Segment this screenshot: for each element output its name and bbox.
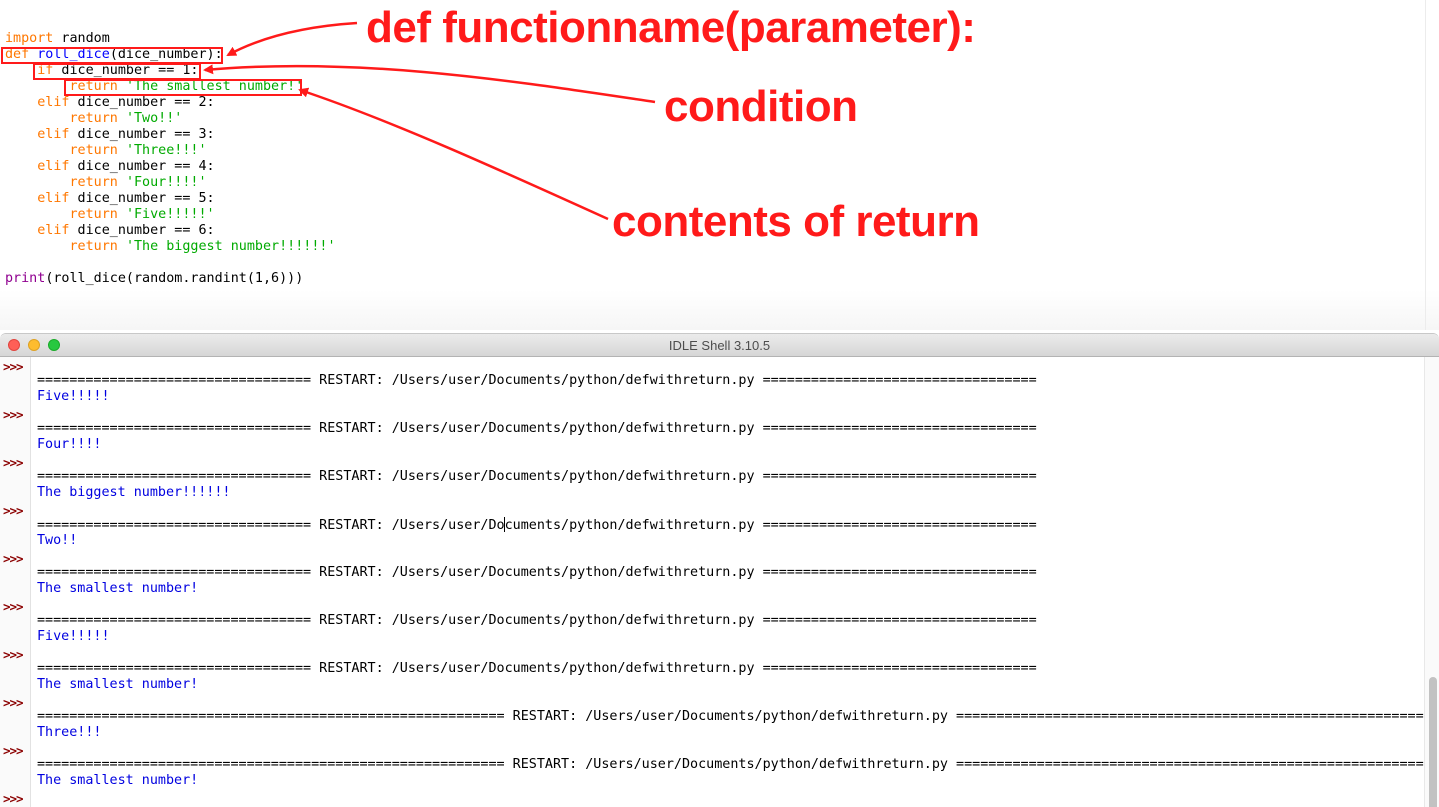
code-token: 'The biggest number!!!!!!'	[125, 239, 336, 254]
code-token: elif	[37, 223, 70, 238]
annotation-return-label: contents of return	[612, 197, 980, 246]
editor-scrollbar-track[interactable]	[1425, 0, 1426, 330]
code-token: random	[53, 31, 110, 46]
code-line[interactable]: elif dice_number == 6:	[5, 223, 336, 239]
shell-prompt: >>>	[3, 455, 24, 470]
arrow-return	[298, 87, 609, 221]
shell-scrollbar-thumb[interactable]	[1429, 677, 1437, 807]
code-line[interactable]: return 'The biggest number!!!!!!'	[5, 239, 336, 255]
annotation-box-def	[1, 47, 223, 64]
shell-prompt: >>>	[3, 407, 24, 422]
program-output: Two!!	[37, 533, 78, 548]
program-output: The biggest number!!!!!!	[37, 485, 231, 500]
code-token: elif	[37, 127, 70, 142]
code-line[interactable]: import random	[5, 31, 336, 47]
shell-prompt: >>>	[3, 791, 24, 806]
code-line[interactable]: elif dice_number == 3:	[5, 127, 336, 143]
restart-line: ========================================…	[37, 757, 1424, 772]
code-token: dice_number == 3:	[69, 127, 215, 142]
restart-line: ================================== RESTA…	[37, 469, 1037, 484]
code-token: elif	[37, 95, 70, 110]
code-token: dice_number == 2:	[69, 95, 215, 110]
restart-line: ================================== RESTA…	[37, 373, 1037, 388]
code-line[interactable]: return 'Three!!!'	[5, 143, 336, 159]
program-output: The smallest number!	[37, 581, 199, 596]
code-token: return	[69, 111, 118, 126]
code-line[interactable]	[5, 255, 336, 271]
code-token: return	[69, 175, 118, 190]
code-token: 'Two!!'	[125, 111, 183, 126]
code-token: (roll_dice(random.randint(1,6)))	[45, 271, 304, 286]
idle-shell-window: IDLE Shell 3.10.5 >>> >>> >>> >>> >>> >>> >>> >…	[0, 333, 1439, 807]
restart-line: ================================== RESTA…	[37, 421, 1037, 436]
code-token: return	[69, 239, 118, 254]
annotation-box-return	[64, 79, 302, 96]
code-line[interactable]: elif dice_number == 4:	[5, 159, 336, 175]
code-token: print	[5, 271, 46, 286]
code-line[interactable]: return 'Five!!!!!'	[5, 207, 336, 223]
shell-prompt: >>>	[3, 551, 24, 566]
shell-scrollbar[interactable]	[1424, 357, 1439, 807]
code-token: return	[69, 207, 118, 222]
restart-line: ================================== RESTA…	[37, 613, 1037, 628]
shell-prompt: >>>	[3, 695, 24, 710]
code-line[interactable]: elif dice_number == 2:	[5, 95, 336, 111]
code-line[interactable]: elif dice_number == 5:	[5, 191, 336, 207]
editor-window: import random def roll_dice(dice_number):…	[0, 0, 1439, 330]
code-line[interactable]: print(roll_dice(random.randint(1,6)))	[5, 271, 336, 287]
code-token: 'Three!!!'	[125, 143, 207, 158]
program-output: The smallest number!	[37, 773, 199, 788]
code-token: import	[5, 31, 54, 46]
code-token: elif	[37, 159, 70, 174]
code-token: dice_number == 6:	[69, 223, 215, 238]
annotation-condition-label: condition	[664, 82, 858, 131]
program-output: Four!!!!	[37, 437, 102, 452]
restart-line: ========================================…	[37, 709, 1424, 724]
shell-prompt: >>>	[3, 599, 24, 614]
code-token: 'Four!!!!'	[125, 175, 207, 190]
code-token: dice_number == 5:	[69, 191, 215, 206]
prompt-gutter: >>> >>> >>> >>> >>> >>> >>> >>> >>> >>>	[0, 357, 31, 807]
code-line[interactable]: return 'Two!!'	[5, 111, 336, 127]
program-output: Three!!!	[37, 725, 102, 740]
restart-line: ================================== RESTA…	[37, 565, 1037, 580]
program-output: Five!!!!!	[37, 629, 110, 644]
annotation-box-condition	[33, 63, 201, 80]
code-token: return	[69, 143, 118, 158]
restart-line: ================================== RESTA…	[37, 517, 1037, 533]
annotation-def-label: def functionname(parameter):	[366, 3, 976, 52]
code-token: dice_number == 4:	[69, 159, 215, 174]
window-title: IDLE Shell 3.10.5	[668, 338, 771, 353]
code-line[interactable]: return 'Four!!!!'	[5, 175, 336, 191]
restart-line: ================================== RESTA…	[37, 661, 1037, 676]
program-output: Five!!!!!	[37, 389, 110, 404]
shell-prompt: >>>	[3, 647, 24, 662]
title-bar[interactable]: IDLE Shell 3.10.5	[0, 334, 1439, 357]
shell-prompt: >>>	[3, 503, 24, 518]
program-output: The smallest number!	[37, 677, 199, 692]
code-token: elif	[37, 191, 70, 206]
code-token: 'Five!!!!!'	[125, 207, 215, 222]
shell-prompt: >>>	[3, 743, 24, 758]
shell-prompt: >>>	[3, 359, 24, 374]
